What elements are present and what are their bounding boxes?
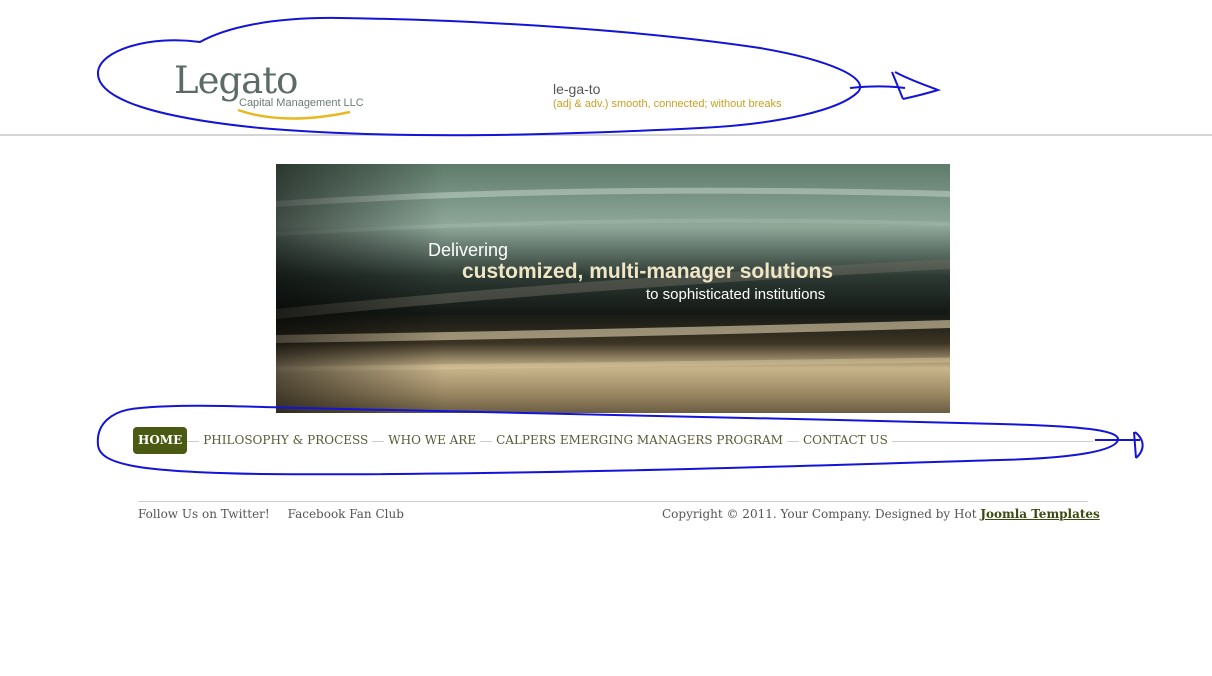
main-nav: HOME PHILOSOPHY & PROCESS WHO WE ARE CAL… bbox=[133, 427, 1093, 455]
copyright-text: Copyright © 2011. Your Company. Designed… bbox=[662, 507, 981, 521]
banner-line-2: customized, multi-manager solutions bbox=[462, 260, 834, 283]
nav-item-contact[interactable]: CONTACT US bbox=[798, 427, 892, 454]
nav-annotation-arrow bbox=[1095, 431, 1144, 459]
site-header: Legato Capital Management LLC le-ga-to (… bbox=[0, 0, 1212, 135]
joomla-templates-link[interactable]: Joomla Templates bbox=[980, 507, 1099, 521]
nav-separator bbox=[786, 441, 799, 442]
banner-line-1: Delivering bbox=[428, 240, 509, 260]
logo-wordmark: Legato bbox=[174, 59, 298, 102]
banner-motion-image bbox=[276, 164, 950, 413]
nav-item-calpers[interactable]: CALPERS EMERGING MANAGERS PROGRAM bbox=[492, 427, 787, 454]
hero-banner: Delivering customized, multi-manager sol… bbox=[276, 164, 950, 413]
tagline-definition: (adj & adv.) smooth, connected; without … bbox=[553, 98, 782, 110]
nav-item-who-we-are[interactable]: WHO WE ARE bbox=[384, 427, 481, 454]
logo-subtitle: Capital Management LLC bbox=[239, 97, 364, 109]
nav-item-philosophy[interactable]: PHILOSOPHY & PROCESS bbox=[199, 427, 373, 454]
legato-logo[interactable]: Legato Capital Management LLC bbox=[174, 60, 364, 124]
header-divider bbox=[0, 134, 1212, 136]
nav-separator bbox=[372, 441, 385, 442]
footer-social-links: Follow Us on Twitter! Facebook Fan Club bbox=[138, 507, 418, 521]
twitter-link[interactable]: Follow Us on Twitter! bbox=[138, 507, 270, 521]
footer-copyright: Copyright © 2011. Your Company. Designed… bbox=[662, 507, 1100, 521]
footer-divider bbox=[138, 501, 1088, 502]
nav-items: HOME PHILOSOPHY & PROCESS WHO WE ARE CAL… bbox=[133, 427, 892, 454]
banner-line-3: to sophisticated institutions bbox=[646, 286, 826, 303]
tagline-word: le-ga-to bbox=[553, 81, 601, 97]
nav-item-home[interactable]: HOME bbox=[133, 427, 188, 454]
nav-separator bbox=[480, 441, 493, 442]
tagline: le-ga-to (adj & adv.) smooth, connected;… bbox=[553, 80, 781, 110]
nav-separator bbox=[187, 441, 200, 442]
facebook-link[interactable]: Facebook Fan Club bbox=[288, 507, 404, 521]
